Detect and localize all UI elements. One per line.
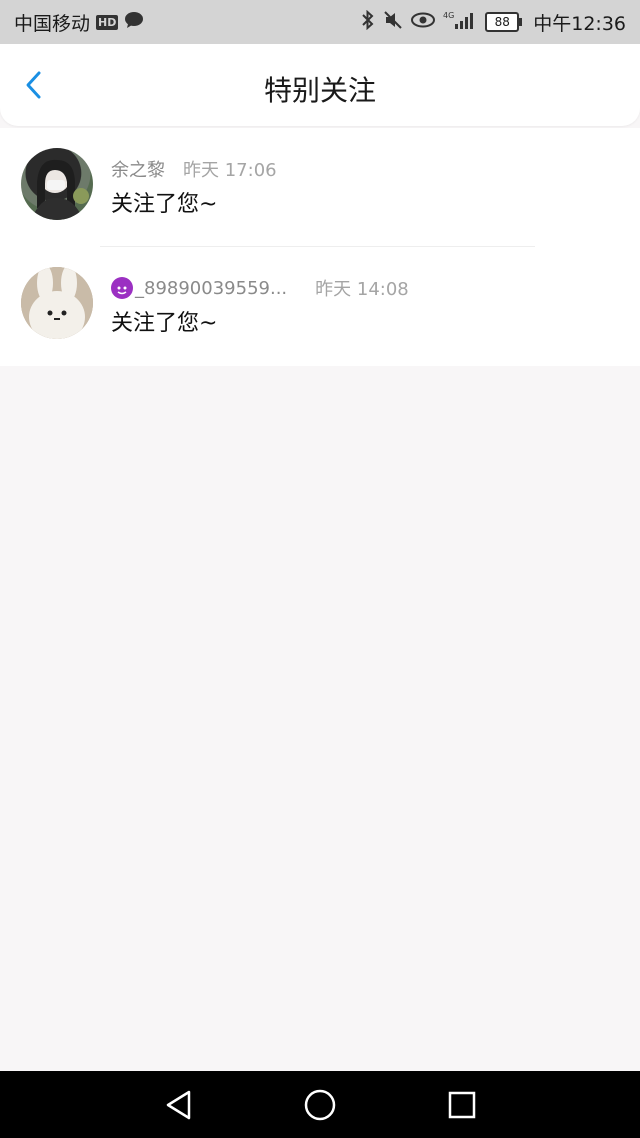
devil-emoji-icon: [111, 277, 133, 299]
carrier-name: 中国移动: [14, 12, 91, 35]
nav-recents-button[interactable]: [445, 1088, 479, 1122]
signal-icon: 4G: [443, 10, 477, 35]
user-name[interactable]: _89890039559...: [135, 278, 287, 299]
square-recents-icon: [448, 1091, 476, 1119]
status-bar: 中国移动 HD 4G 88 中午12:36: [0, 0, 640, 44]
page-title: 特别关注: [263, 74, 376, 107]
svg-text:4G: 4G: [443, 11, 454, 20]
message-bubble-icon: [124, 11, 144, 34]
avatar[interactable]: [21, 148, 93, 220]
notification-item[interactable]: _89890039559... 昨天 14:08 关注了您~: [0, 247, 640, 366]
notification-meta: 余之黎 昨天 17:06: [111, 157, 277, 181]
system-nav-bar: [0, 1071, 640, 1138]
mute-icon: [383, 10, 403, 35]
battery-icon: 88: [485, 12, 523, 32]
notification-message: 关注了您~: [111, 192, 218, 217]
circle-home-icon: [304, 1089, 336, 1121]
user-name[interactable]: 余之黎: [111, 156, 165, 182]
app-header: 特别关注: [0, 44, 640, 126]
triangle-back-icon: [166, 1090, 191, 1120]
timestamp: 昨天 14:08: [315, 279, 409, 300]
notification-list: 余之黎 昨天 17:06 关注了您~ _89890039559... 昨天 14…: [0, 128, 640, 366]
back-button[interactable]: [20, 70, 50, 100]
clock: 中午12:36: [533, 12, 626, 35]
avatar-photo-icon: [31, 159, 89, 220]
nav-back-button[interactable]: [162, 1088, 196, 1122]
hd-badge: HD: [96, 14, 119, 30]
rabbit-plush-icon: [21, 267, 93, 339]
nav-home-button[interactable]: [303, 1088, 337, 1122]
notification-message: 关注了您~: [111, 311, 218, 336]
notification-item[interactable]: 余之黎 昨天 17:06 关注了您~: [0, 128, 640, 247]
bluetooth-icon: [361, 9, 375, 35]
chevron-left-icon: [26, 71, 41, 99]
timestamp: 昨天 17:06: [183, 160, 277, 181]
avatar[interactable]: [21, 267, 93, 339]
eye-icon: [411, 11, 436, 33]
notification-meta: _89890039559... 昨天 14:08: [111, 276, 409, 300]
